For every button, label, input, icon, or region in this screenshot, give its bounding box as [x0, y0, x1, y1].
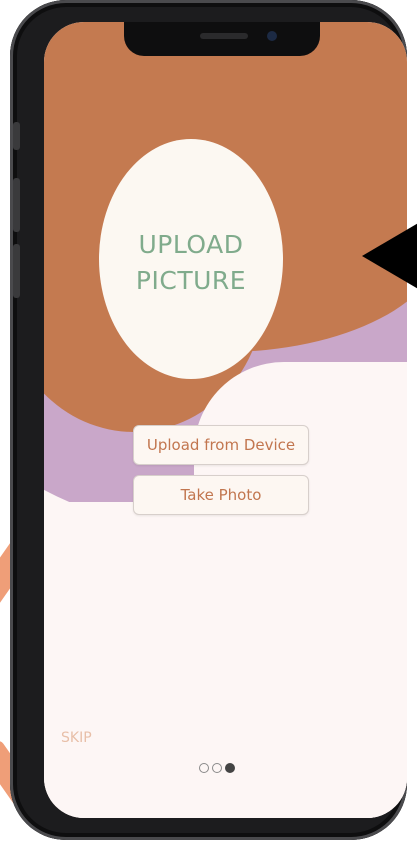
speaker-grille: [200, 33, 248, 39]
volume-down-button: [13, 244, 20, 298]
upload-text-line2: PICTURE: [135, 266, 247, 295]
volume-up-button: [13, 178, 20, 232]
mute-switch: [13, 122, 20, 150]
page-dot-2[interactable]: [212, 763, 222, 773]
upload-from-device-button[interactable]: Upload from Device: [133, 425, 309, 465]
page-dot-1[interactable]: [199, 763, 209, 773]
page-dot-3-active[interactable]: [225, 763, 235, 773]
page-indicator: [199, 763, 235, 773]
upload-picture-text: UPLOAD PICTURE: [99, 227, 283, 299]
take-photo-button[interactable]: Take Photo: [133, 475, 309, 515]
phone-frame: UPLOAD PICTURE Upload from Device Take P…: [10, 0, 407, 840]
phone-screen: UPLOAD PICTURE Upload from Device Take P…: [44, 22, 407, 818]
notch: [124, 22, 320, 56]
skip-link[interactable]: SKIP: [61, 730, 92, 746]
front-camera: [267, 31, 277, 41]
upload-text-line1: UPLOAD: [138, 230, 244, 259]
pointer-arrow-icon: [362, 222, 417, 290]
upload-picture-circle[interactable]: UPLOAD PICTURE: [99, 139, 283, 379]
stage: UPLOAD PICTURE Upload from Device Take P…: [0, 0, 417, 846]
